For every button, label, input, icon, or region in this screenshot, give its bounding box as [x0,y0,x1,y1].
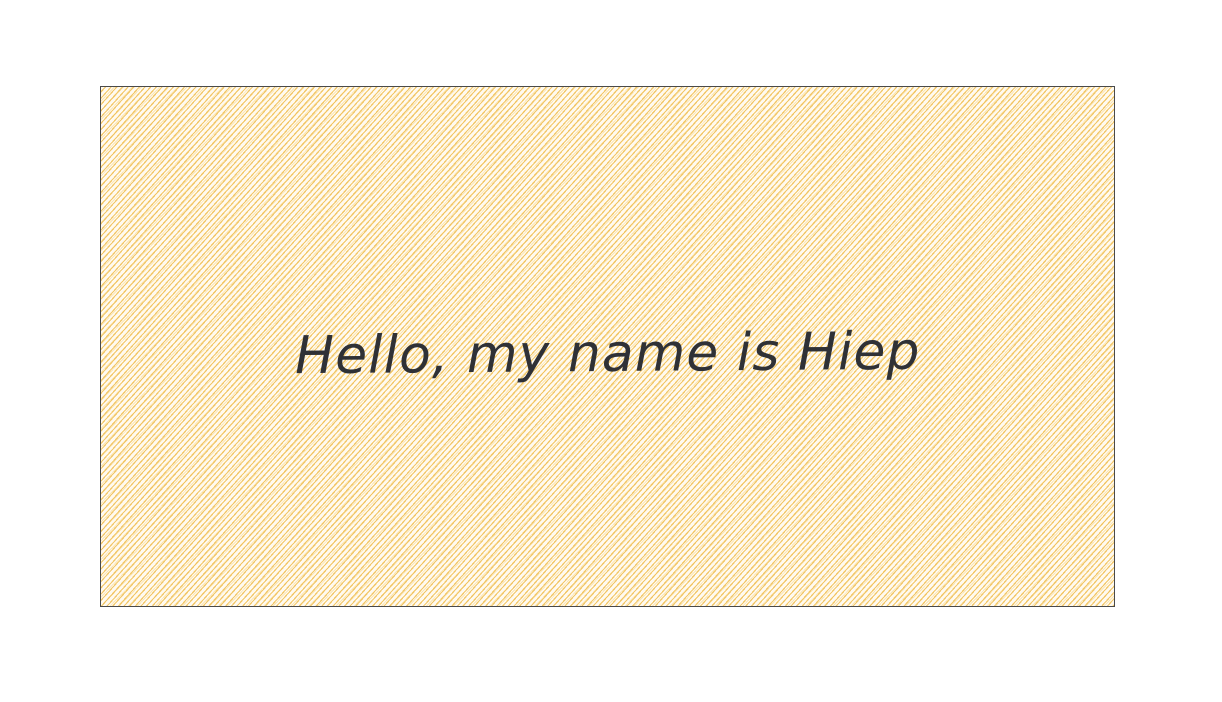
drawing-canvas[interactable]: Hello, my name is Hiep [0,0,1222,702]
rectangle-label: Hello, my name is Hiep [294,321,921,386]
hatched-rectangle[interactable]: Hello, my name is Hiep [100,86,1115,607]
